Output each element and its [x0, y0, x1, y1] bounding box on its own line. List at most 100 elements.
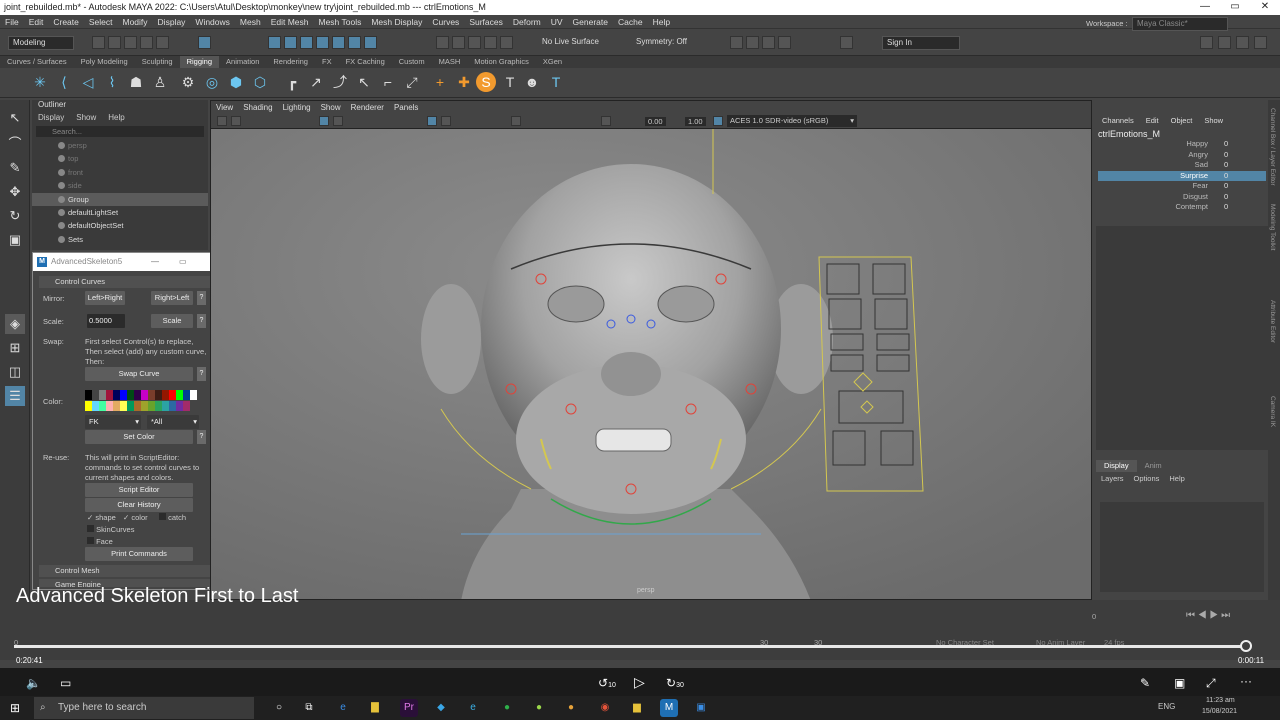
point-constraint-icon[interactable]: ⤴	[330, 72, 350, 92]
wireframe-shaded-icon[interactable]	[441, 116, 451, 126]
bookmark-icon[interactable]	[231, 116, 241, 126]
skincurves-checkbox[interactable]: SkinCurves	[87, 525, 134, 534]
shelf-tab[interactable]: Custom	[392, 56, 432, 68]
outliner-item[interactable]: defaultObjectSet	[32, 219, 208, 232]
camera-attr-icon[interactable]	[217, 116, 227, 126]
channel-row[interactable]: Angry 0	[1098, 150, 1266, 161]
outliner-item[interactable]: defaultLightSet	[32, 206, 208, 219]
swap-curve-button[interactable]: Swap Curve	[85, 367, 193, 381]
ipr-render-icon[interactable]	[746, 36, 759, 49]
undo-icon[interactable]	[140, 36, 153, 49]
script-editor-button[interactable]: Script Editor	[85, 483, 193, 497]
scale-help-button[interactable]: ?	[197, 314, 206, 328]
add-joint-icon[interactable]: +	[430, 72, 450, 92]
channel-menu-item[interactable]: Object	[1165, 115, 1199, 127]
palette-swatch[interactable]	[148, 390, 155, 400]
sign-in-dropdown[interactable]: Sign In	[882, 36, 960, 50]
palette-swatch[interactable]	[162, 390, 169, 400]
channel-value[interactable]: 0	[1224, 150, 1228, 161]
premiere-icon[interactable]: Pr	[400, 699, 418, 717]
create-joint-icon[interactable]: ✳	[30, 72, 50, 92]
outliner-menu-item[interactable]: Display	[32, 111, 70, 124]
app-icon[interactable]: ◆	[432, 699, 450, 717]
attribute-editor-icon[interactable]	[1218, 36, 1231, 49]
palette-swatch[interactable]	[127, 390, 134, 400]
side-tab[interactable]: Attribute Editor	[1269, 300, 1276, 343]
shelf-tab[interactable]: Motion Graphics	[467, 56, 536, 68]
vertex-mask-icon[interactable]	[284, 36, 297, 49]
outliner-item[interactable]: side	[32, 179, 208, 192]
menu-item[interactable]: Curves	[427, 15, 464, 29]
palette-swatch[interactable]	[106, 401, 113, 411]
live-surface-field[interactable]: No Live Surface	[538, 36, 620, 50]
channel-value[interactable]: 0	[1224, 160, 1228, 171]
control-curves-section[interactable]: Control Curves	[39, 276, 219, 288]
aim-constraint-icon[interactable]: ↖	[354, 72, 374, 92]
color-palette[interactable]	[85, 390, 197, 412]
shelf-tab[interactable]: Animation	[219, 56, 266, 68]
control-mesh-section[interactable]: Control Mesh	[39, 565, 219, 577]
shelf-tab[interactable]: Rigging	[179, 56, 220, 68]
task-view-icon[interactable]: ⧉	[300, 699, 318, 717]
menu-item[interactable]: Modify	[118, 15, 153, 29]
select-tool-icon[interactable]: ↖	[5, 108, 25, 128]
color-management-icon[interactable]	[713, 116, 723, 126]
snap-surface-icon[interactable]	[500, 36, 513, 49]
layer-menu-item[interactable]: Help	[1164, 472, 1189, 486]
xray-icon[interactable]	[601, 116, 611, 126]
pole-vector-icon[interactable]: ⌐	[378, 72, 398, 92]
two-view-icon[interactable]: ◫	[5, 362, 25, 382]
ik-spline-icon[interactable]: ⌇	[102, 72, 122, 92]
deformer-mask-icon[interactable]	[364, 36, 377, 49]
channel-row[interactable]: Contempt 0	[1098, 202, 1266, 213]
outliner-menu-item[interactable]: Show	[70, 111, 102, 124]
time-slider[interactable]: 0 0 30 30 No Character Set No Anim Layer…	[0, 600, 1280, 660]
palette-swatch[interactable]	[141, 401, 148, 411]
right-to-left-button[interactable]: Right>Left	[151, 291, 193, 305]
explorer-icon[interactable]: ▇	[366, 699, 384, 717]
mode-dropdown[interactable]: Modeling	[8, 36, 74, 50]
single-view-icon[interactable]: ◈	[5, 314, 25, 334]
menu-item[interactable]: Deform	[508, 15, 546, 29]
palette-swatch[interactable]	[148, 401, 155, 411]
current-frame-field[interactable]: 0	[1092, 612, 1096, 621]
menu-item[interactable]: Help	[648, 15, 675, 29]
palette-swatch[interactable]	[134, 401, 141, 411]
fk-dropdown[interactable]: FK ▾	[85, 415, 141, 429]
clear-history-button[interactable]: Clear History	[85, 498, 193, 512]
folder-icon[interactable]: ▆	[628, 699, 646, 717]
paint-weights-icon[interactable]: ⚙	[178, 72, 198, 92]
outliner-item[interactable]: persp	[32, 139, 208, 152]
captions-icon[interactable]: ▭	[60, 676, 71, 690]
outliner-item[interactable]: Group	[32, 192, 208, 206]
all-dropdown[interactable]: *All ▾	[147, 415, 199, 429]
cluster-icon[interactable]: ⬢	[226, 72, 246, 92]
outliner-item[interactable]: Sets	[32, 233, 208, 246]
open-scene-icon[interactable]	[108, 36, 121, 49]
mirror-help-button[interactable]: ?	[197, 291, 206, 305]
menu-item[interactable]: Select	[84, 15, 118, 29]
blendshape-icon[interactable]: ⬡	[250, 72, 270, 92]
viewport-menu-item[interactable]: Shading	[238, 101, 277, 115]
palette-swatch[interactable]	[85, 390, 92, 400]
viewport-menu-item[interactable]: Renderer	[346, 101, 389, 115]
clock-date[interactable]: 15/08/2021	[1202, 708, 1237, 715]
channel-row[interactable]: Surprise 0	[1098, 170, 1266, 181]
palette-swatch[interactable]	[190, 390, 197, 400]
palette-swatch[interactable]	[155, 390, 162, 400]
close-icon[interactable]: ✕	[1250, 0, 1280, 15]
menu-item[interactable]: Mesh	[235, 15, 266, 29]
edit-icon[interactable]: ✎	[1140, 676, 1150, 690]
grid-toggle-icon[interactable]	[319, 116, 329, 126]
scale-input[interactable]: 0.5000	[87, 314, 125, 328]
menu-item[interactable]: Edit Mesh	[266, 15, 314, 29]
palette-swatch[interactable]	[99, 401, 106, 411]
as-maximize-icon[interactable]: ▭	[179, 253, 187, 271]
move-tool-icon[interactable]: ✥	[5, 182, 25, 202]
shelf-tab[interactable]: XGen	[536, 56, 569, 68]
channel-value[interactable]: 0	[1224, 192, 1228, 203]
shelf-tab[interactable]: MASH	[432, 56, 468, 68]
cast-icon[interactable]: ▣	[1174, 676, 1185, 690]
biped-icon[interactable]: T	[500, 72, 520, 92]
exposure-field[interactable]: 0.00	[645, 117, 666, 126]
